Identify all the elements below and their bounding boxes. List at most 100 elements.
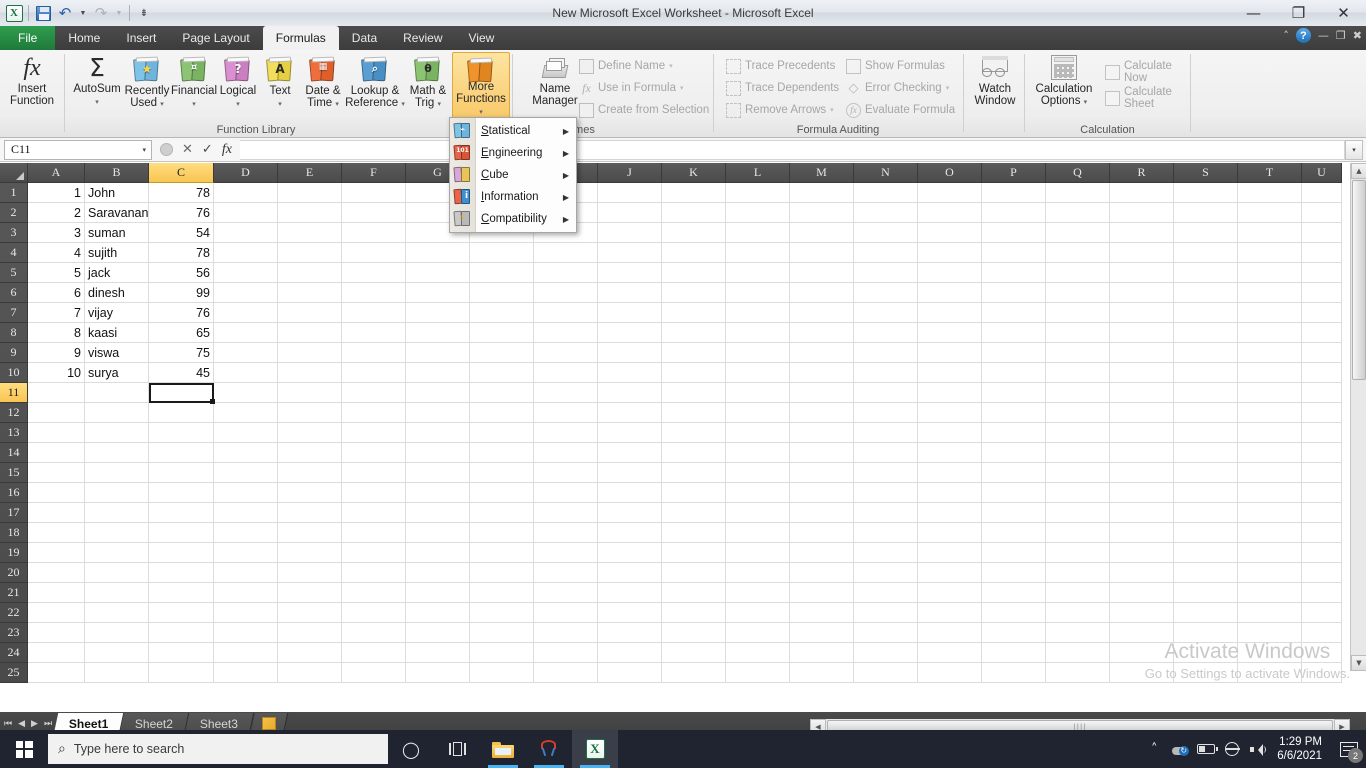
cell-P6[interactable] <box>982 283 1046 303</box>
cell-O5[interactable] <box>918 263 982 283</box>
tab-data[interactable]: Data <box>339 26 390 50</box>
math-trig-button[interactable]: θ Math & Trig ▾ <box>404 52 452 110</box>
cell-O24[interactable] <box>918 643 982 663</box>
cell-R5[interactable] <box>1110 263 1174 283</box>
cell-O11[interactable] <box>918 383 982 403</box>
cell-F5[interactable] <box>342 263 406 283</box>
lookup-reference-button[interactable]: ⌕ Lookup & Reference ▾ <box>344 52 406 110</box>
cell-D19[interactable] <box>214 543 278 563</box>
cell-K13[interactable] <box>662 423 726 443</box>
tab-insert[interactable]: Insert <box>113 26 169 50</box>
cell-H11[interactable] <box>470 383 534 403</box>
cell-P20[interactable] <box>982 563 1046 583</box>
cell-B22[interactable] <box>85 603 149 623</box>
cell-B1[interactable]: John <box>85 183 149 203</box>
cell-U18[interactable] <box>1302 523 1342 543</box>
cell-I23[interactable] <box>534 623 598 643</box>
row-header-22[interactable]: 22 <box>0 603 28 623</box>
chevron-down-icon[interactable]: ▾ <box>192 100 196 108</box>
cell-O20[interactable] <box>918 563 982 583</box>
cell-H19[interactable] <box>470 543 534 563</box>
cell-T11[interactable] <box>1238 383 1302 403</box>
tab-formulas[interactable]: Formulas <box>262 26 339 50</box>
define-name-button[interactable]: Define Name ▾ <box>577 56 675 76</box>
cell-O9[interactable] <box>918 343 982 363</box>
cell-K9[interactable] <box>662 343 726 363</box>
cell-E18[interactable] <box>278 523 342 543</box>
cell-S9[interactable] <box>1174 343 1238 363</box>
cell-U3[interactable] <box>1302 223 1342 243</box>
cell-J3[interactable] <box>598 223 662 243</box>
cell-L18[interactable] <box>726 523 790 543</box>
collapse-ribbon-icon[interactable]: ˄ <box>1283 29 1289 42</box>
show-hidden-icons-button[interactable]: ˄ <box>1141 730 1167 768</box>
cell-S2[interactable] <box>1174 203 1238 223</box>
text-button[interactable]: A Text ▾ <box>260 52 300 110</box>
cell-F24[interactable] <box>342 643 406 663</box>
cell-R17[interactable] <box>1110 503 1174 523</box>
cell-S23[interactable] <box>1174 623 1238 643</box>
cell-D17[interactable] <box>214 503 278 523</box>
cell-U19[interactable] <box>1302 543 1342 563</box>
cell-A21[interactable] <box>28 583 85 603</box>
cell-A13[interactable] <box>28 423 85 443</box>
cell-B13[interactable] <box>85 423 149 443</box>
cell-P4[interactable] <box>982 243 1046 263</box>
cell-R1[interactable] <box>1110 183 1174 203</box>
cell-R3[interactable] <box>1110 223 1174 243</box>
cell-J9[interactable] <box>598 343 662 363</box>
cell-R9[interactable] <box>1110 343 1174 363</box>
cell-P8[interactable] <box>982 323 1046 343</box>
cell-K2[interactable] <box>662 203 726 223</box>
cell-S13[interactable] <box>1174 423 1238 443</box>
cell-G19[interactable] <box>406 543 470 563</box>
cell-B3[interactable]: suman <box>85 223 149 243</box>
cell-G10[interactable] <box>406 363 470 383</box>
cell-M7[interactable] <box>790 303 854 323</box>
minimize-button[interactable]: — <box>1231 0 1276 25</box>
cell-P10[interactable] <box>982 363 1046 383</box>
cell-R15[interactable] <box>1110 463 1174 483</box>
chevron-down-icon[interactable]: ▾ <box>669 62 673 70</box>
cell-D24[interactable] <box>214 643 278 663</box>
cell-C11[interactable] <box>149 383 214 403</box>
cell-E19[interactable] <box>278 543 342 563</box>
cell-C5[interactable]: 56 <box>149 263 214 283</box>
cell-H5[interactable] <box>470 263 534 283</box>
cell-M19[interactable] <box>790 543 854 563</box>
cell-S16[interactable] <box>1174 483 1238 503</box>
chevron-down-icon[interactable]: ▾ <box>946 84 950 92</box>
cell-I7[interactable] <box>534 303 598 323</box>
cell-B8[interactable]: kaasi <box>85 323 149 343</box>
row-header-3[interactable]: 3 <box>0 223 28 243</box>
cell-H6[interactable] <box>470 283 534 303</box>
cell-I10[interactable] <box>534 363 598 383</box>
cell-R23[interactable] <box>1110 623 1174 643</box>
cell-H8[interactable] <box>470 323 534 343</box>
cell-Q17[interactable] <box>1046 503 1110 523</box>
cell-A17[interactable] <box>28 503 85 523</box>
cell-A15[interactable] <box>28 463 85 483</box>
cell-P11[interactable] <box>982 383 1046 403</box>
row-header-18[interactable]: 18 <box>0 523 28 543</box>
column-header-C[interactable]: C <box>149 163 214 183</box>
cell-H13[interactable] <box>470 423 534 443</box>
cell-G8[interactable] <box>406 323 470 343</box>
cell-B16[interactable] <box>85 483 149 503</box>
cell-H20[interactable] <box>470 563 534 583</box>
cell-N2[interactable] <box>854 203 918 223</box>
column-header-R[interactable]: R <box>1110 163 1174 183</box>
cell-R7[interactable] <box>1110 303 1174 323</box>
cell-I8[interactable] <box>534 323 598 343</box>
cell-T24[interactable] <box>1238 643 1302 663</box>
cell-R16[interactable] <box>1110 483 1174 503</box>
cell-L3[interactable] <box>726 223 790 243</box>
cell-J11[interactable] <box>598 383 662 403</box>
cell-K12[interactable] <box>662 403 726 423</box>
cell-P15[interactable] <box>982 463 1046 483</box>
cell-M16[interactable] <box>790 483 854 503</box>
cell-C23[interactable] <box>149 623 214 643</box>
cell-P21[interactable] <box>982 583 1046 603</box>
cell-K22[interactable] <box>662 603 726 623</box>
cell-K7[interactable] <box>662 303 726 323</box>
